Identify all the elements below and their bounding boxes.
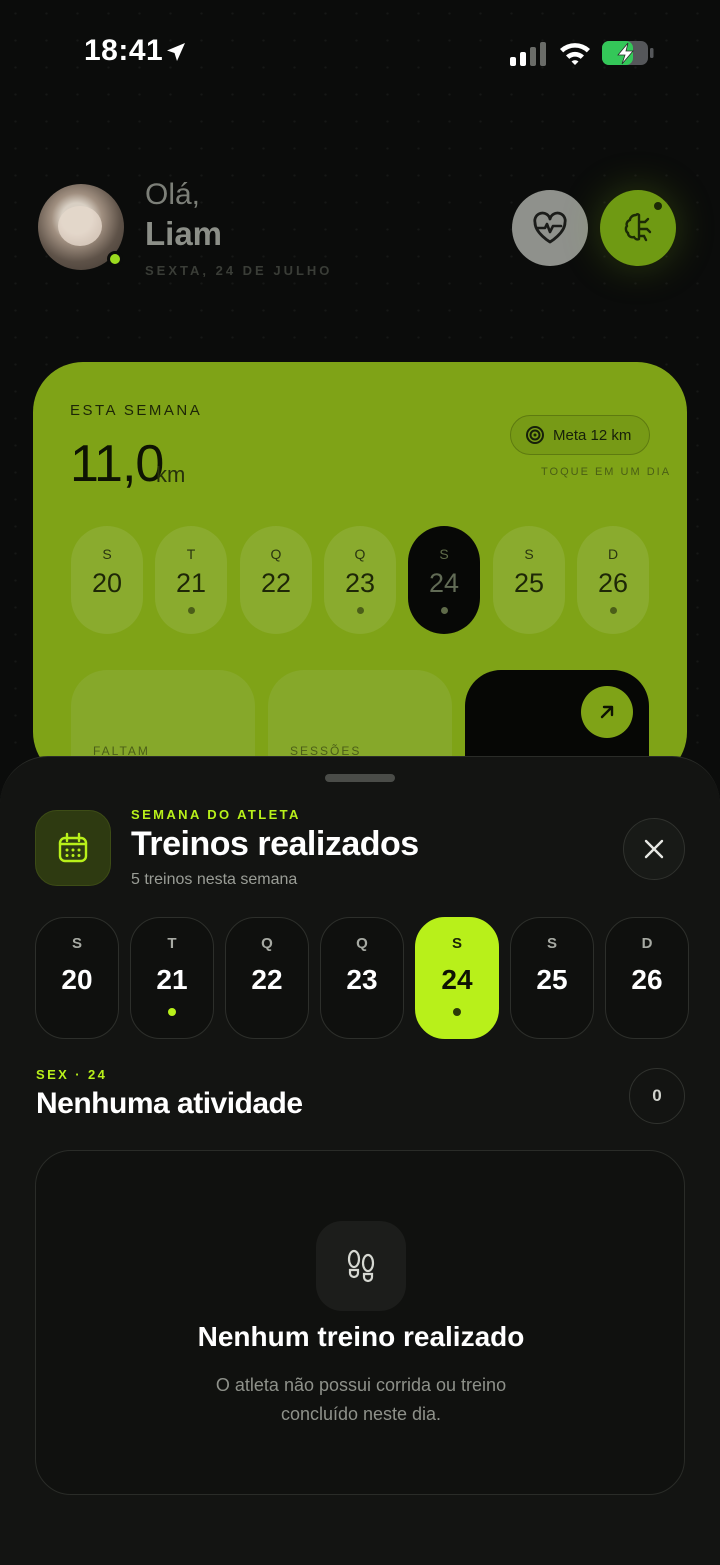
heart-pulse-icon [533,211,567,244]
sheet-day-pill[interactable]: D 26 [605,917,689,1039]
week-distance: 11,0 [70,435,164,493]
week-day-pill[interactable]: T 21 [155,526,227,634]
calendar-badge [35,810,111,886]
activity-dot [168,1008,176,1016]
sheet-day-number: 26 [631,964,663,995]
sheet-day-pill[interactable]: Q 22 [225,917,309,1039]
activity-dot [73,1008,81,1016]
sheet-title: Treinos realizados [131,825,419,863]
empty-state-title: Nenhum treino realizado [197,1321,525,1352]
week-day-number: 25 [513,568,545,598]
week-distance-unit: km [156,462,186,487]
online-status-dot [107,251,123,267]
empty-state-card: Nenhum treino realizado O atleta não pos… [35,1150,685,1495]
sheet-day-number: 24 [441,964,473,995]
sheet-day-letter: S [546,935,557,952]
week-day-letter: S [102,546,112,562]
activity-dot [548,1008,556,1016]
week-day-letter: Q [354,546,366,562]
sheet-day-number: 20 [61,964,93,995]
week-day-letter: S [524,546,534,562]
week-day-pill[interactable]: D 26 [577,526,649,634]
week-day-number: 20 [91,568,123,598]
selected-day-title: Nenhuma atividade [36,1087,303,1120]
sheet-day-pill[interactable]: S 24 [415,917,499,1039]
sheet-subtitle: 5 treinos nesta semana [131,871,298,888]
health-button[interactable] [512,190,588,266]
activity-dot [187,607,195,614]
brain-icon [624,213,652,242]
sheet-kicker: SEMANA DO ATLETA [131,807,301,822]
steps-badge [316,1221,406,1311]
notification-dot [654,202,662,210]
week-day-letter: D [607,546,619,562]
sheet-day-pill[interactable]: T 21 [130,917,214,1039]
week-day-pill[interactable]: Q 22 [240,526,312,634]
week-day-number: 22 [260,568,292,598]
sheet-day-pill[interactable]: S 20 [35,917,119,1039]
sheet-day-pill[interactable]: S 25 [510,917,594,1039]
target-icon [526,426,544,444]
activity-dot [609,607,617,614]
activity-dot [643,1008,651,1016]
week-day-number: 23 [344,568,376,598]
weekly-summary-card: ESTA SEMANA 11,0 km Meta 12 km TOQUE EM … [33,362,687,782]
status-time: 18:41 [84,34,164,67]
status-bar: 18:41 [0,0,720,100]
week-day-number: 21 [175,568,207,598]
week-day-number: 26 [597,568,629,598]
close-button[interactable] [623,818,685,880]
sheet-day-letter: S [451,935,462,952]
week-day-pill[interactable]: Q 23 [324,526,396,634]
wifi-icon [560,43,590,65]
activity-dot [263,1008,271,1016]
sheet-day-number: 25 [536,964,568,995]
activity-count-badge: 0 [629,1068,685,1124]
week-day-pill[interactable]: S 25 [493,526,565,634]
ai-coach-button[interactable] [600,190,676,266]
week-day-letter: S [439,546,449,562]
open-arrow-button[interactable] [581,686,633,738]
week-label: ESTA SEMANA [70,402,203,419]
current-date: SEXTA, 24 DE JULHO [145,263,333,278]
week-day-letter: Q [270,546,282,562]
location-arrow-icon [167,43,185,61]
greeting-text: Olá, [145,178,201,211]
arrow-up-right-icon [600,705,614,719]
calendar-icon [58,832,88,863]
cellular-signal-icon [510,42,546,66]
week-day-pill[interactable]: S 24 [408,526,480,634]
activity-dot [358,1008,366,1016]
selected-day-label: SEX · 24 [36,1067,108,1082]
sheet-day-number: 23 [346,964,378,995]
goal-text: Meta 12 km [553,426,632,444]
close-icon [644,839,664,859]
week-day-pill[interactable]: S 20 [71,526,143,634]
week-day-number: 24 [428,568,460,598]
battery-charging-icon [602,41,654,65]
goal-pill[interactable]: Meta 12 km [510,415,650,455]
activity-dot [453,1008,461,1016]
sheet-day-pill[interactable]: Q 23 [320,917,404,1039]
athlete-name: Liam [145,215,223,252]
week-day-letter: T [186,546,196,562]
sheet-day-letter: T [167,935,177,952]
empty-state-text: O atleta não possui corrida ou treino co… [215,1375,507,1424]
sheet-day-number: 21 [156,964,188,995]
sheet-grabber[interactable] [325,774,395,782]
workouts-bottom-sheet: SEMANA DO ATLETA Treinos realizados 5 tr… [0,756,720,1565]
sheet-day-letter: Q [261,935,273,952]
sheet-day-letter: Q [356,935,368,952]
activity-dot [356,607,364,614]
footprints-icon [347,1249,375,1283]
activity-dot [440,607,448,614]
sheet-day-letter: D [641,935,653,952]
tap-hint: TOQUE EM UM DIA [541,466,672,478]
sheet-day-letter: S [71,935,82,952]
sheet-day-number: 22 [251,964,283,995]
